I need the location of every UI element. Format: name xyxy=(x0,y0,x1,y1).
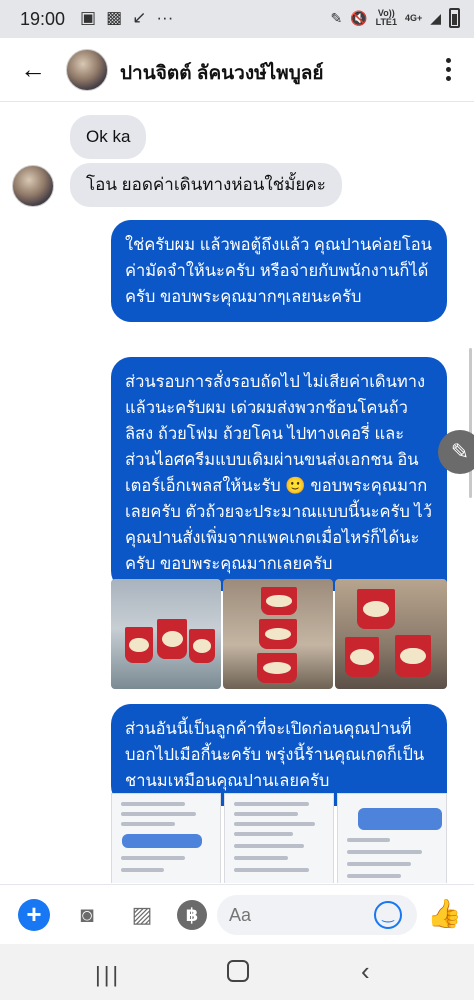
gallery-icon: ▩ xyxy=(106,8,123,27)
emoji-icon[interactable]: ‿ xyxy=(374,901,402,929)
volte-label: Vo)) LTE1 xyxy=(375,8,397,27)
message-list[interactable]: Ok ka โอน ยอดค่าเดินทางห่อนใช่มั้ยคะ ใช่… xyxy=(0,103,474,883)
photo-cups-table[interactable] xyxy=(335,579,447,689)
incoming-message[interactable]: Ok ka xyxy=(70,115,147,159)
battery-icon xyxy=(449,8,460,28)
system-icons: ✎ 🔇 Vo)) LTE1 4G+ ◢ xyxy=(330,8,460,28)
scrollbar[interactable] xyxy=(469,348,472,498)
back-arrow-icon[interactable]: ← xyxy=(18,54,48,84)
home-icon[interactable] xyxy=(227,960,249,982)
back-chevron-icon[interactable]: ‹ xyxy=(361,956,370,987)
photo-icon: ▣ xyxy=(80,8,97,27)
photo-cups-outdoor[interactable] xyxy=(111,579,221,689)
chat-screenshot[interactable] xyxy=(337,793,447,883)
outgoing-message[interactable]: ส่วนรอบการสั่งรอบถัดไป ไม่เสียค่าเดินทาง… xyxy=(111,357,447,591)
contact-name[interactable]: ปานจิตต์ ลัคนวงษ์ไพบูลย์ xyxy=(120,58,324,88)
chat-screenshot[interactable] xyxy=(224,793,334,883)
network-4g-label: 4G+ xyxy=(404,12,423,23)
photo-cups-stacked[interactable] xyxy=(223,579,333,689)
thumbs-up-icon[interactable]: 👍 xyxy=(427,897,462,930)
status-time: 19:00 xyxy=(20,9,66,29)
more-options-icon[interactable] xyxy=(438,54,458,86)
sender-avatar[interactable] xyxy=(12,165,54,207)
mute-icon: 🔇 xyxy=(350,9,368,26)
incoming-message[interactable]: โอน ยอดค่าเดินทางห่อนใช่มั้ยคะ xyxy=(70,163,342,207)
signal-icon: ◢ xyxy=(430,9,441,26)
contact-avatar[interactable] xyxy=(66,49,108,91)
status-bar: 19:00 ▣ ▩ ↙ ··· ✎ 🔇 Vo)) LTE1 4G+ ◢ xyxy=(0,0,474,38)
edit-pencil-icon[interactable]: ✎ xyxy=(438,430,474,474)
more-dots-icon: ··· xyxy=(156,8,174,27)
camera-icon[interactable]: ◙ xyxy=(71,899,103,931)
no-sim-icon: ✎ xyxy=(330,9,343,26)
conversation-header: ← ปานจิตต์ ลัคนวงษ์ไพบูลย์ xyxy=(0,38,474,102)
recent-apps-icon[interactable]: ||| xyxy=(95,962,121,988)
plus-icon[interactable]: + xyxy=(18,899,50,931)
image-icon[interactable]: ▨ xyxy=(126,899,158,931)
screenshot-attachments[interactable] xyxy=(111,793,447,883)
missed-call-icon: ↙ xyxy=(132,8,147,27)
system-navigation-bar: ||| ‹ xyxy=(0,944,474,1000)
chat-screenshot[interactable] xyxy=(111,793,221,883)
outgoing-message[interactable]: ส่วนอันนี้เป็นลูกค้าที่จะเปิดก่อนคุณปานท… xyxy=(111,704,447,806)
outgoing-message[interactable]: ใช่ครับผม แล้วพอตู้ถึงแล้ว คุณปานค่อยโอน… xyxy=(111,220,447,322)
notification-icons: ▣ ▩ ↙ ··· xyxy=(80,8,173,28)
message-composer: + ◙ ▨ ฿ ‿ 👍 xyxy=(0,884,474,944)
baht-payment-icon[interactable]: ฿ xyxy=(177,900,207,930)
photo-attachments[interactable] xyxy=(111,579,447,689)
